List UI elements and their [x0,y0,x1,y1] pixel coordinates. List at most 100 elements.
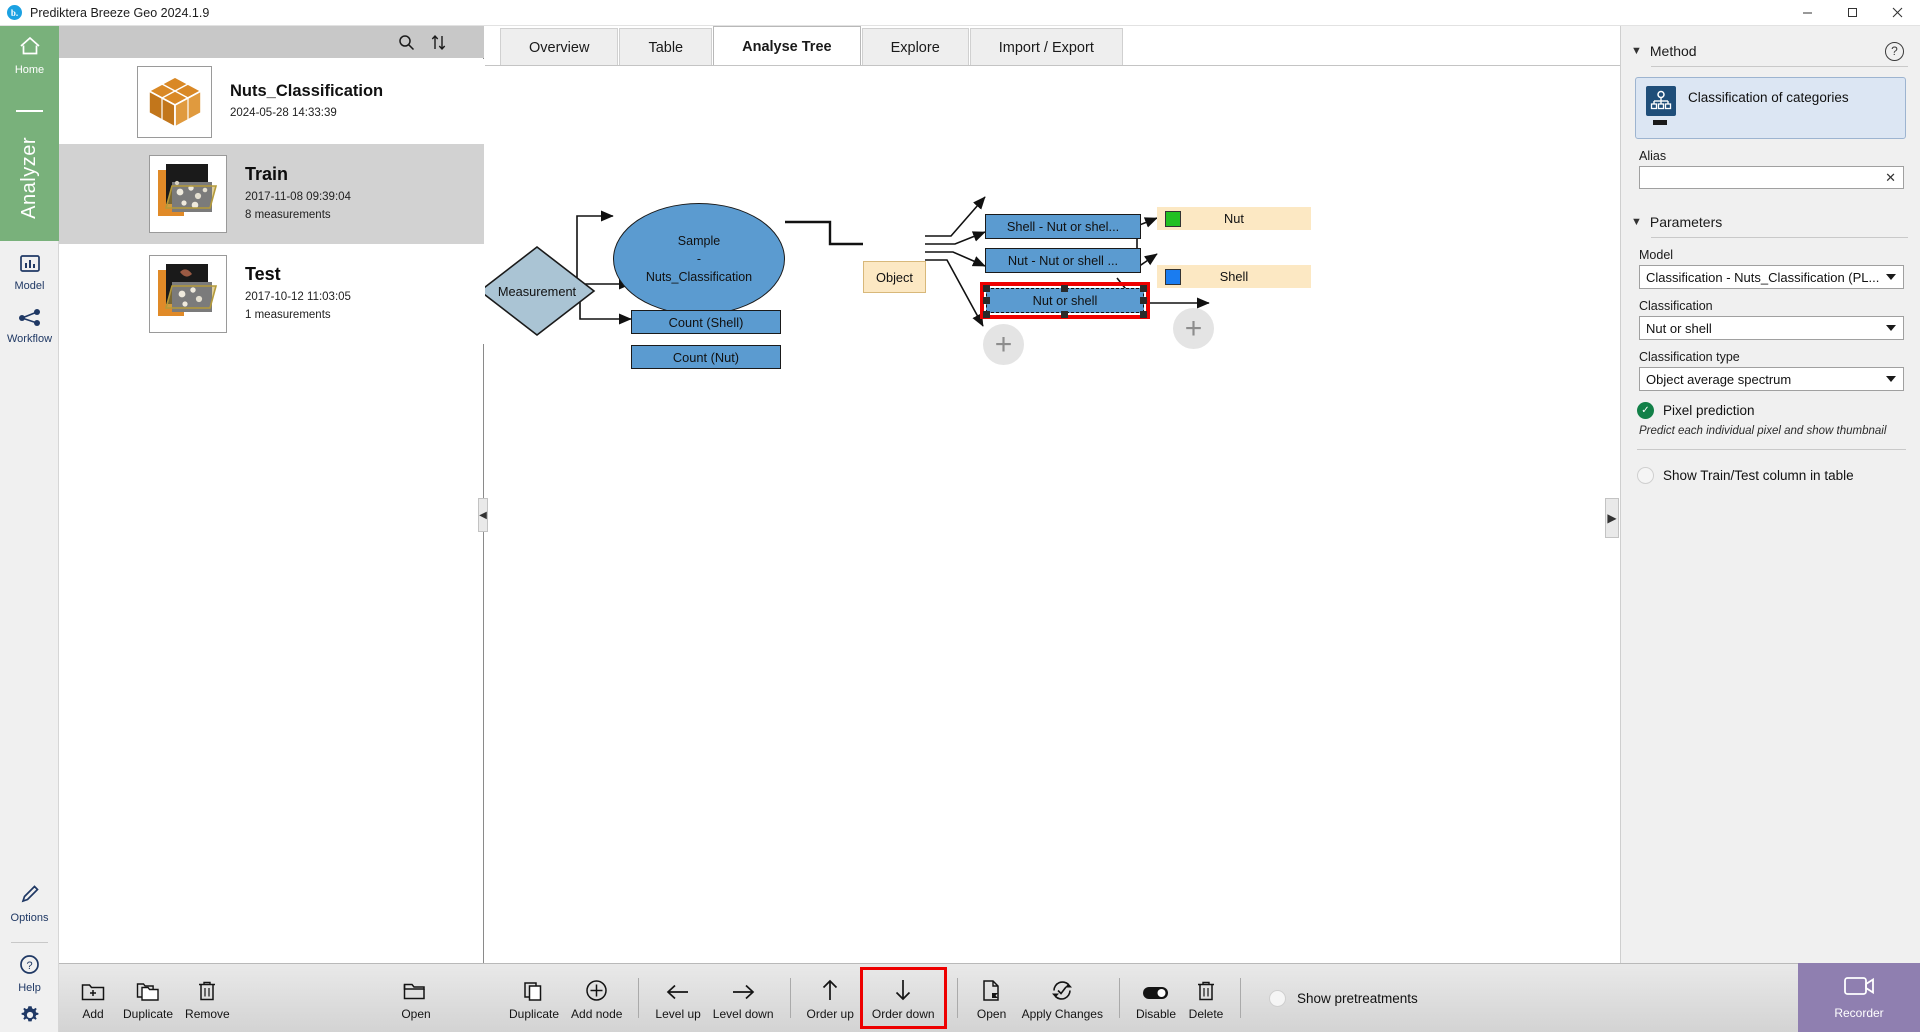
properties-panel: ▼ Method ? Classification of catego [1620,26,1920,1032]
toggle-icon [1142,976,1169,1002]
sidebar-item-workflow[interactable]: Workflow [0,308,59,345]
clear-icon[interactable]: ✕ [1885,170,1896,186]
duplicate-project-button[interactable]: Duplicate [117,969,179,1027]
project-root-texts: Nuts_Classification 2024-05-28 14:33:39 [230,82,383,122]
node-count-nut[interactable]: Count (Nut) [631,345,781,369]
check-icon: ✓ [1637,402,1654,419]
method-card-label: Classification of categories [1688,90,1849,105]
add-node-button[interactable]: Add node [565,969,628,1027]
sidebar-item-help[interactable]: ? Help [0,954,59,994]
project-panel: Nuts_Classification 2024-05-28 14:33:39 [59,26,484,963]
resize-handle-w[interactable] [983,297,990,304]
add-button[interactable]: Add [69,969,117,1027]
chevron-left-icon: ◀ [479,510,487,521]
tab-overview[interactable]: Overview [500,28,618,66]
analyse-tree-canvas[interactable]: Measurement Sample - Nuts_Classification… [485,66,1620,996]
resize-handle-ne[interactable] [1140,285,1147,292]
method-section-header[interactable]: ▼ Method ? [1621,38,1920,64]
alias-field[interactable]: ✕ [1639,166,1904,189]
show-train-test-toggle[interactable]: Show Train/Test column in table [1637,467,1920,484]
alias-label: Alias [1639,149,1920,163]
add-node-button-label: Add node [571,1007,622,1021]
copy-folder-icon [136,976,161,1002]
show-pretreatments-toggle[interactable]: Show pretreatments [1269,990,1418,1007]
order-down-button-label: Order down [872,1007,935,1021]
sort-icon[interactable] [431,34,446,51]
sidebar-item-options[interactable]: Options [0,883,59,924]
resize-handle-e[interactable] [1140,297,1147,304]
chevron-down-icon [1886,325,1896,331]
duplicate-node-button[interactable]: Duplicate [503,969,565,1027]
node-class-nut[interactable]: Nut [1157,207,1311,230]
tab-explore[interactable]: Explore [862,28,969,66]
level-up-button[interactable]: Level up [649,969,706,1027]
open-node-button[interactable]: Open [968,969,1016,1027]
tab-import-export[interactable]: Import / Export [970,28,1123,66]
node-measurement[interactable]: Measurement [485,244,597,338]
parameters-section-header[interactable]: ▼ Parameters [1621,209,1920,235]
close-button[interactable] [1875,0,1920,26]
level-down-button[interactable]: Level down [707,969,780,1027]
tab-analyse-tree[interactable]: Analyse Tree [713,26,860,66]
arrow-up-icon [820,976,840,1002]
toolbar-separator-1 [638,978,639,1018]
classification-select[interactable]: Nut or shell [1639,316,1904,340]
maximize-button[interactable] [1830,0,1875,26]
sidebar-item-model[interactable]: Model [0,254,59,292]
sidebar-item-settings[interactable]: Settings [0,1004,59,1032]
order-up-button[interactable]: Order up [801,969,860,1027]
resize-handle-n[interactable] [1061,285,1068,292]
node-count-shell[interactable]: Count (Shell) [631,310,781,334]
resize-handle-se[interactable] [1140,311,1147,318]
node-shell-nut-or-shell[interactable]: Shell - Nut or shel... [985,214,1141,239]
chevron-down-icon: ▼ [1631,216,1642,228]
model-label: Model [1639,248,1920,262]
pixel-prediction-hint: Predict each individual pixel and show t… [1639,425,1920,437]
node-nut-nut-or-shell[interactable]: Nut - Nut or shell ... [985,248,1141,273]
disable-button[interactable]: Disable [1130,969,1182,1027]
test-thumbnail [149,255,227,333]
project-root-item[interactable]: Nuts_Classification 2024-05-28 14:33:39 [59,59,484,144]
resize-handle-s[interactable] [1061,311,1068,318]
open-project-button[interactable]: Open [392,969,440,1027]
radio-unchecked-icon [1269,990,1286,1007]
method-card[interactable]: Classification of categories [1635,77,1906,139]
diagram-connectors [485,66,1620,996]
recorder-button[interactable]: Recorder [1798,963,1920,1032]
sidebar-item-home[interactable]: Home [15,35,44,76]
node-class-nut-label: Nut [1224,211,1244,226]
resize-handle-sw[interactable] [983,311,990,318]
add-node-placeholder-left[interactable]: + [983,324,1024,365]
project-root-timestamp: 2024-05-28 14:33:39 [230,105,383,122]
arrow-down-icon [893,976,913,1002]
tab-table[interactable]: Table [619,28,712,66]
add-node-placeholder-right[interactable]: + [1173,308,1214,349]
node-class-shell[interactable]: Shell [1157,265,1311,288]
sidebar-item-workflow-label: Workflow [7,333,52,345]
list-item-train[interactable]: Train 2017-11-08 09:39:04 8 measurements [59,144,484,244]
chevron-down-icon [1886,376,1896,382]
collapse-left-panel-button[interactable]: ◀ [478,498,488,532]
resize-handle-nw[interactable] [983,285,990,292]
node-sample-line2: - [646,250,752,268]
pixel-prediction-toggle[interactable]: ✓ Pixel prediction [1637,402,1920,419]
order-down-button[interactable]: Order down [860,967,947,1029]
remove-button-label: Remove [185,1007,230,1021]
classification-type-value: Object average spectrum [1646,372,1791,387]
search-icon[interactable] [398,34,415,51]
delete-button[interactable]: Delete [1182,969,1230,1027]
model-select[interactable]: Classification - Nuts_Classification (PL… [1639,265,1904,289]
apply-changes-button[interactable]: Apply Changes [1016,969,1109,1027]
question-icon: ? [19,954,40,980]
minimize-button[interactable] [1785,0,1830,26]
method-section-title: Method [1650,43,1697,59]
remove-button[interactable]: Remove [179,969,236,1027]
apply-changes-icon [1050,976,1074,1002]
node-object[interactable]: Object [863,261,926,293]
node-sample[interactable]: Sample - Nuts_Classification [613,203,785,315]
shell-color-swatch [1165,269,1181,285]
list-item-test[interactable]: Test 2017-10-12 11:03:05 1 measurements [59,244,484,344]
help-icon[interactable]: ? [1885,42,1904,61]
collapse-right-panel-button[interactable]: ▶ [1605,498,1619,538]
classification-type-select[interactable]: Object average spectrum [1639,367,1904,391]
